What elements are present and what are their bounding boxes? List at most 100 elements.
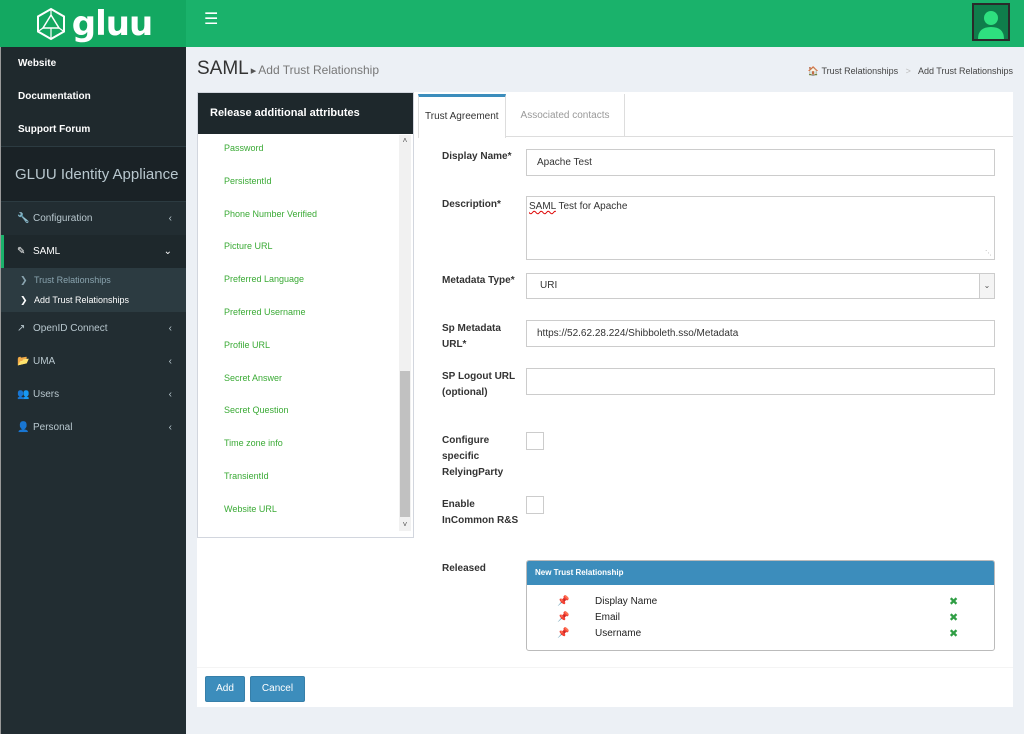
scroll-down-icon[interactable]: ˅ — [399, 519, 411, 531]
chevron-down-icon: ⌄ — [163, 246, 172, 257]
attribute-item[interactable]: TransientId — [198, 462, 401, 495]
attribute-item[interactable]: Preferred Username — [198, 298, 401, 331]
scroll-up-icon[interactable]: ˄ — [399, 135, 411, 147]
remove-icon[interactable]: ✖ — [949, 610, 958, 626]
resize-grip-icon[interactable]: ⋱ — [985, 249, 992, 257]
page-subtitle: Add Trust Relationship — [258, 63, 380, 77]
released-item-name: Email — [595, 612, 621, 623]
user-avatar-icon[interactable] — [972, 3, 1010, 41]
released-item-name: Username — [595, 628, 642, 639]
sidebar-item-label: Users — [33, 389, 60, 400]
form-footer — [197, 667, 1013, 707]
display-name-label: Display Name* — [442, 151, 512, 162]
metadata-type-select[interactable]: URI ⌄ — [526, 273, 995, 299]
configure-relying-party-checkbox[interactable] — [526, 432, 544, 450]
submenu-trust-relationships[interactable]: ❯ Trust Relationships — [1, 270, 186, 290]
home-icon[interactable]: 🏠 — [808, 66, 819, 76]
chevron-left-icon: ‹ — [168, 213, 172, 224]
attribute-item[interactable]: Time zone info — [198, 429, 401, 462]
saml-submenu: ❯ Trust Relationships ❯ Add Trust Relati… — [1, 268, 186, 312]
gluu-logo-icon — [36, 7, 65, 40]
description-textarea[interactable]: SAML Test for Apache ⋱ — [526, 196, 995, 260]
chevron-left-icon: ‹ — [168, 323, 172, 334]
folder-open-icon: 📂 — [17, 356, 30, 367]
add-button[interactable]: Add — [205, 676, 245, 702]
description-text: Test for Apache — [555, 201, 628, 212]
submenu-label: Add Trust Relationships — [34, 295, 130, 305]
attribute-item[interactable]: Picture URL — [198, 232, 401, 265]
submenu-add-trust-relationships[interactable]: ❯ Add Trust Relationships — [1, 290, 186, 310]
sidebar-item-label: OpenID Connect — [33, 323, 108, 334]
incommon-checkbox[interactable] — [526, 496, 544, 514]
page-title: SAML ▸ Add Trust Relationship — [197, 58, 379, 80]
sidebar-item-openid-connect[interactable]: ↗ OpenID Connect ‹ — [1, 312, 186, 345]
attribute-list-scrollbar[interactable]: ˄ ˅ — [399, 135, 411, 531]
remove-icon[interactable]: ✖ — [949, 594, 958, 610]
attribute-item[interactable]: PersistentId — [198, 167, 401, 200]
breadcrumb-item-trust-relationships[interactable]: Trust Relationships — [821, 66, 898, 76]
remove-icon[interactable]: ✖ — [949, 626, 958, 642]
hamburger-icon[interactable]: ☰ — [204, 12, 218, 28]
users-icon: 👥 — [17, 389, 30, 400]
edit-icon: ✎ — [17, 246, 26, 257]
sidebar-link-website[interactable]: Website — [1, 47, 186, 80]
attribute-list: Password PersistentId Phone Number Verif… — [198, 134, 401, 534]
sp-metadata-url-input[interactable]: https://52.62.28.224/Shibboleth.sso/Meta… — [526, 320, 995, 347]
sidebar-item-configuration[interactable]: 🔧 Configuration ‹ — [1, 202, 186, 235]
cancel-button[interactable]: Cancel — [250, 676, 305, 702]
sidebar-item-personal[interactable]: 👤 Personal ‹ — [1, 411, 186, 444]
sidebar-link-documentation[interactable]: Documentation — [1, 80, 186, 113]
user-icon: 👤 — [17, 422, 30, 433]
attribute-item[interactable]: Secret Answer — [198, 364, 401, 397]
logo-text: gluu — [71, 3, 153, 44]
caret-right-icon: ▸ — [250, 65, 257, 77]
scrollbar-thumb[interactable] — [400, 371, 410, 517]
sidebar-item-label: SAML — [33, 246, 61, 257]
sidebar: Website Documentation Support Forum GLUU… — [0, 47, 186, 734]
pin-icon: 📌 — [557, 628, 570, 639]
incommon-label: Enable InCommon R&S — [442, 499, 519, 526]
appliance-title: GLUU Identity Appliance — [1, 146, 186, 202]
chevron-right-icon: ❯ — [20, 295, 28, 305]
attribute-item[interactable]: Phone Number Verified — [198, 200, 401, 233]
release-attributes-panel: Release additional attributes Password P… — [197, 92, 414, 538]
attribute-item[interactable]: Password — [198, 134, 401, 167]
sp-logout-url-label: SP Logout URL (optional) — [442, 371, 515, 398]
description-label: Description* — [442, 199, 501, 210]
sidebar-item-label: UMA — [33, 356, 56, 367]
sp-logout-url-input[interactable] — [526, 368, 995, 395]
sidebar-item-uma[interactable]: 📂 UMA ‹ — [1, 345, 186, 378]
released-item-name: Display Name — [595, 596, 658, 607]
display-name-input[interactable]: Apache Test — [526, 149, 995, 176]
released-label: Released — [442, 563, 486, 574]
sidebar-link-support-forum[interactable]: Support Forum — [1, 113, 186, 146]
tab-associated-contacts[interactable]: Associated contacts — [506, 94, 625, 137]
attribute-item[interactable]: Website URL — [198, 495, 401, 528]
attribute-item[interactable]: Secret Question — [198, 396, 401, 429]
tab-trust-agreement[interactable]: Trust Agreement — [418, 94, 506, 138]
chevron-down-icon: ⌄ — [979, 274, 994, 298]
page-title-text: SAML — [197, 58, 249, 79]
wrench-icon: 🔧 — [17, 213, 30, 224]
top-navbar: gluu ☰ — [0, 0, 1024, 47]
attribute-item[interactable]: Profile URL — [198, 331, 401, 364]
chevron-left-icon: ‹ — [168, 422, 172, 433]
chevron-right-icon: ❯ — [20, 275, 28, 285]
tab-bar: Trust Agreement Associated contacts — [418, 94, 1013, 138]
sidebar-item-label: Personal — [33, 422, 73, 433]
logo[interactable]: gluu — [0, 0, 186, 47]
sidebar-item-label: Configuration — [33, 213, 93, 224]
submenu-label: Trust Relationships — [34, 275, 111, 285]
attribute-item[interactable]: Preferred Language — [198, 265, 401, 298]
external-link-icon: ↗ — [17, 323, 26, 334]
breadcrumb-item-add-trust-relationships: Add Trust Relationships — [917, 66, 1013, 76]
released-row: 📌 Username ✖ — [527, 626, 994, 642]
sidebar-item-users[interactable]: 👥 Users ‹ — [1, 378, 186, 411]
breadcrumb-separator: > — [905, 66, 911, 76]
released-row: 📌 Display Name ✖ — [527, 594, 994, 610]
metadata-type-label: Metadata Type* — [442, 275, 515, 286]
sidebar-item-saml[interactable]: ✎ SAML ⌄ — [1, 235, 186, 268]
breadcrumb: 🏠 Trust Relationships > Add Trust Relati… — [808, 66, 1013, 77]
pin-icon: 📌 — [557, 612, 570, 623]
description-spellcheck-word: SAML — [529, 201, 556, 212]
